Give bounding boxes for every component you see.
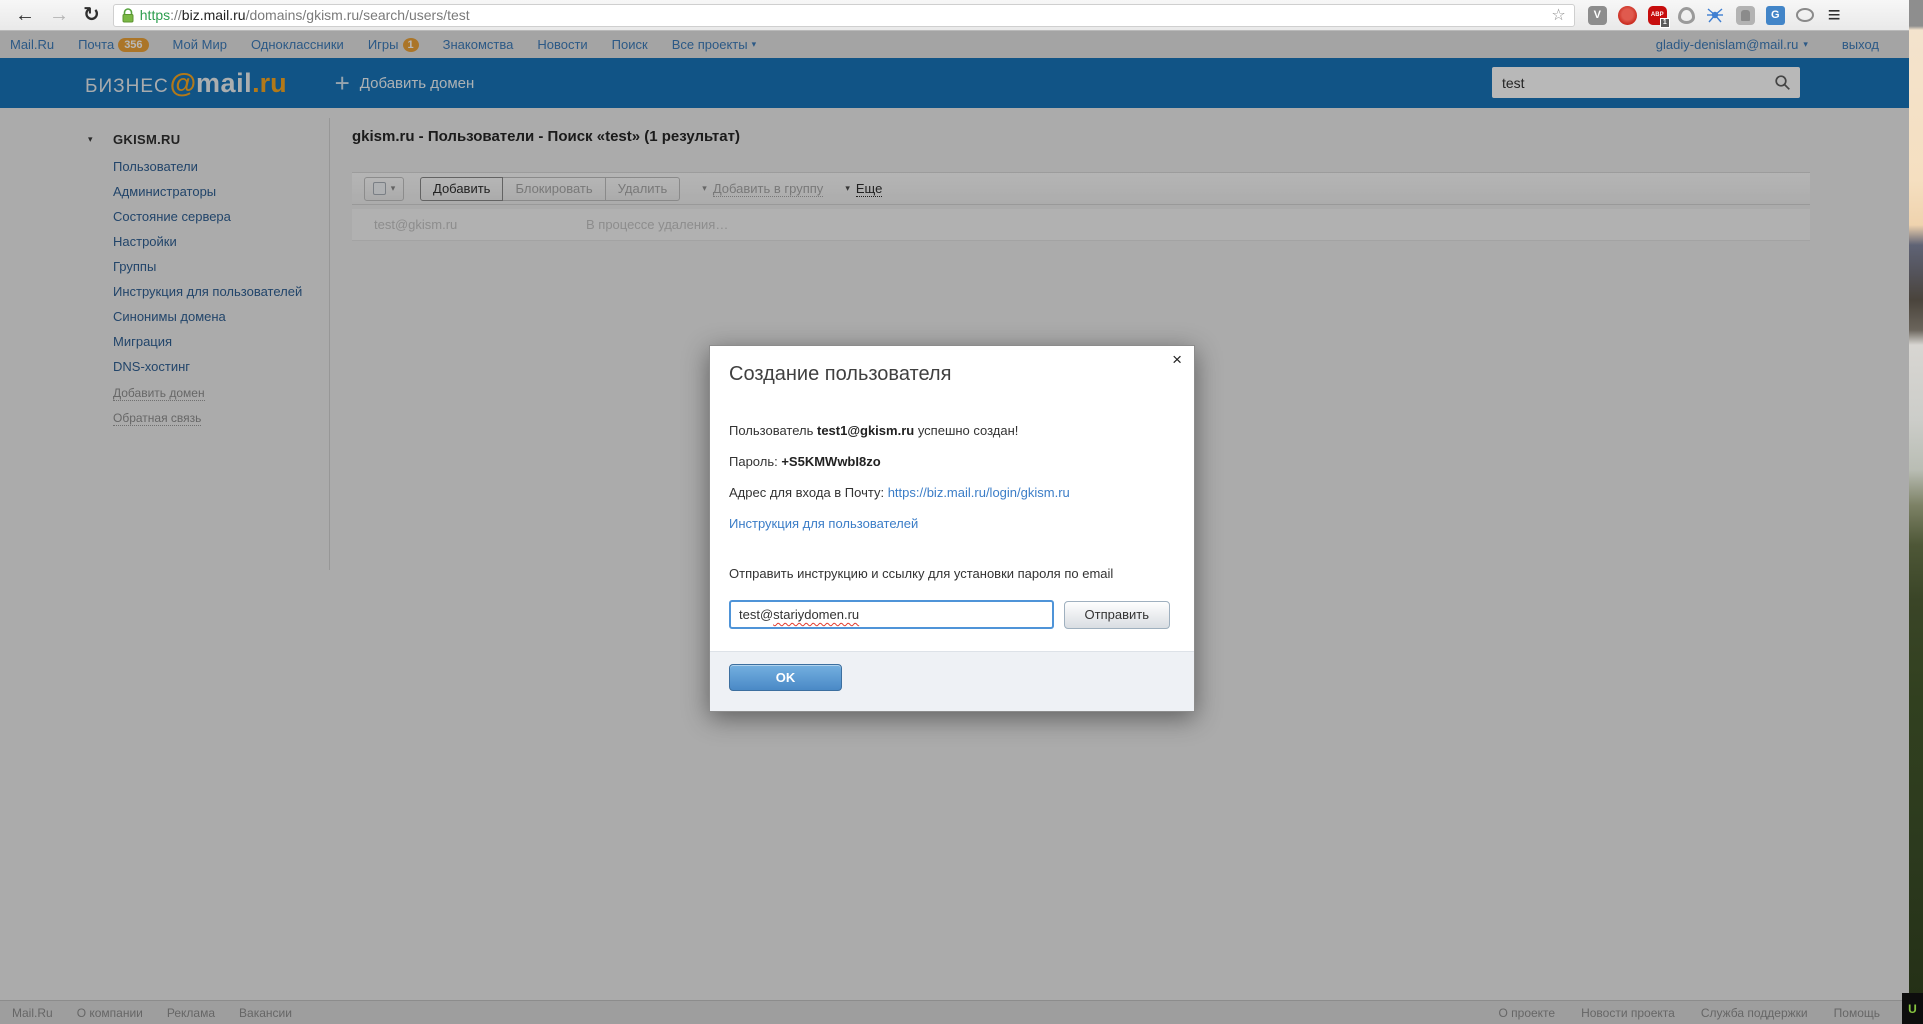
password-value: +S5KMWwbI8zo — [781, 454, 880, 469]
url-host: biz.mail.ru — [182, 7, 246, 23]
close-icon[interactable]: × — [1172, 351, 1182, 368]
login-address-line: Адрес для входа в Почту: https://biz.mai… — [729, 485, 1170, 501]
adblock-plus-extension-icon[interactable]: ABP1 — [1648, 6, 1667, 25]
instructions-link[interactable]: Инструкция для пользователей — [729, 516, 918, 531]
url-bar[interactable]: https://biz.mail.ru/domains/gkism.ru/sea… — [113, 4, 1575, 27]
login-address-label: Адрес для входа в Почту: — [729, 485, 888, 500]
stop-hand-extension-icon[interactable] — [1618, 6, 1637, 25]
send-instruction-hint: Отправить инструкцию и ссылку для устано… — [729, 566, 1170, 582]
extension-row: V ABP1 G — [1588, 6, 1814, 25]
browser-reload-button[interactable]: ↻ — [83, 5, 100, 25]
modal-title: Создание пользователя — [729, 363, 1170, 386]
screen: ← → ↻ https://biz.mail.ru/domains/gkism.… — [0, 0, 1923, 1024]
browser-back-button[interactable]: ← — [15, 5, 35, 25]
teardrop-extension-icon[interactable] — [1678, 7, 1695, 24]
ok-button[interactable]: OK — [729, 664, 842, 691]
vimium-extension-icon[interactable]: V — [1588, 6, 1607, 25]
translate-extension-icon[interactable]: G — [1766, 6, 1785, 25]
url-path: /domains/gkism.ru/search/users/test — [246, 7, 470, 23]
hand-extension-icon[interactable] — [1736, 6, 1755, 25]
modal-footer: OK — [710, 651, 1194, 711]
create-user-modal: × Создание пользователя Пользователь tes… — [709, 345, 1195, 712]
created-message: Пользователь test1@gkism.ru успешно созд… — [729, 423, 1170, 439]
url-separator: :// — [170, 7, 182, 23]
desktop-wallpaper-strip — [1909, 0, 1923, 1024]
email-user-part: test@ — [739, 607, 773, 622]
instructions-line: Инструкция для пользователей — [729, 516, 1170, 532]
url-text: https://biz.mail.ru/domains/gkism.ru/sea… — [140, 7, 1546, 23]
password-line: Пароль: +S5KMWwbI8zo — [729, 454, 1170, 470]
browser-forward-button[interactable]: → — [49, 5, 69, 25]
send-button[interactable]: Отправить — [1064, 601, 1170, 629]
send-email-row: test@stariydomen.ru Отправить — [729, 600, 1170, 629]
url-scheme: https — [140, 7, 170, 23]
browser-toolbar: ← → ↻ https://biz.mail.ru/domains/gkism.… — [0, 0, 1909, 31]
modal-body: Создание пользователя Пользователь test1… — [710, 346, 1194, 629]
email-domain-part: stariydomen.ru — [773, 607, 859, 622]
abp-count-badge: 1 — [1660, 18, 1670, 28]
email-input[interactable]: test@stariydomen.ru — [729, 600, 1054, 629]
created-suffix-text: успешно создан! — [914, 423, 1018, 438]
created-user-email: test1@gkism.ru — [817, 423, 914, 438]
spider-extension-icon[interactable] — [1706, 6, 1725, 25]
desktop-icon: U — [1902, 993, 1923, 1024]
login-url-link[interactable]: https://biz.mail.ru/login/gkism.ru — [888, 485, 1070, 500]
oval-extension-icon[interactable] — [1796, 8, 1814, 22]
browser-menu-icon[interactable]: ≡ — [1828, 4, 1841, 26]
created-prefix-text: Пользователь — [729, 423, 817, 438]
https-lock-icon[interactable] — [122, 8, 134, 23]
password-label: Пароль: — [729, 454, 781, 469]
bookmark-star-icon[interactable]: ☆ — [1551, 5, 1565, 25]
